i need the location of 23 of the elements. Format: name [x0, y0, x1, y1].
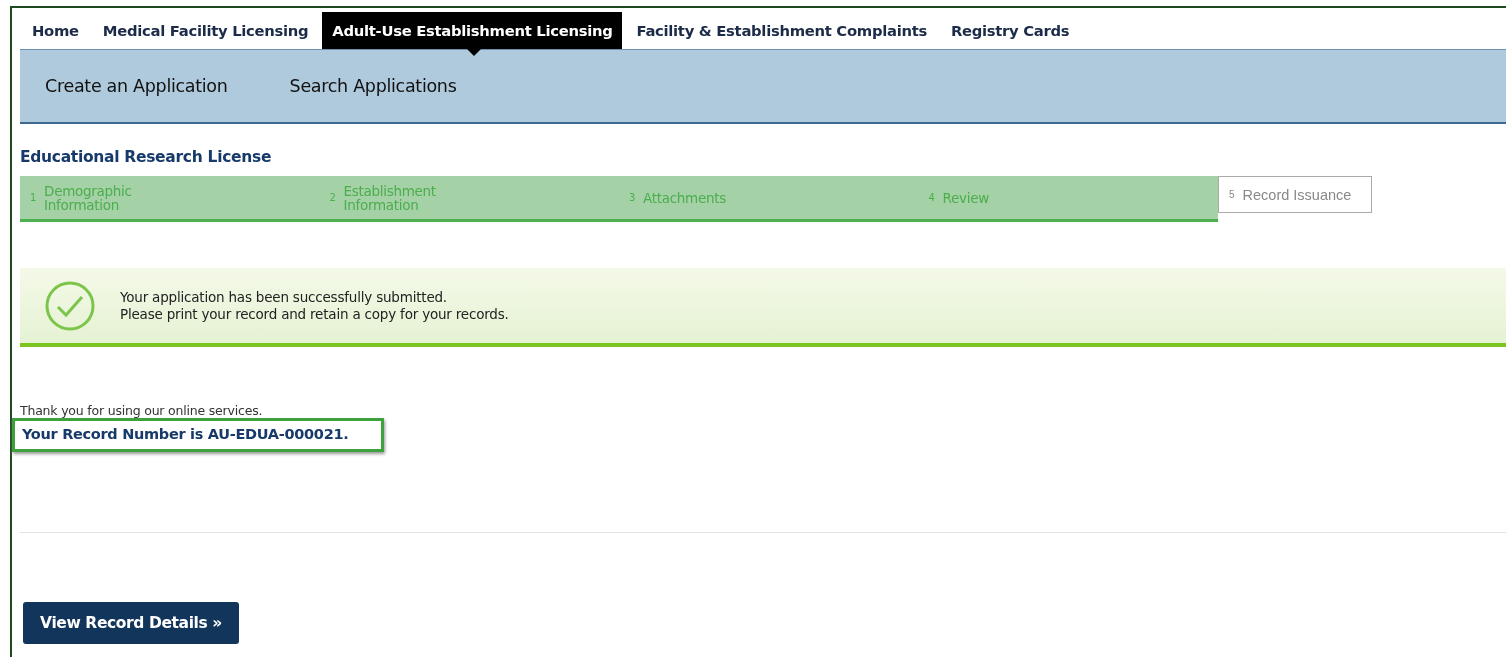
step-label: Review [942, 190, 990, 205]
nav-tab[interactable]: Medical Facility Licensing [92, 12, 319, 49]
step-label: Record Issuance [1242, 186, 1352, 203]
view-record-details-button[interactable]: View Record Details » [23, 602, 239, 644]
thank-you-text: Thank you for using our online services. [20, 403, 264, 418]
step-label: Demographic Information [44, 183, 133, 212]
step-number: 3 [629, 190, 636, 205]
nav-tab[interactable]: Registry Cards [940, 12, 1080, 49]
step-label: Attachments [643, 190, 727, 205]
sub-nav-link[interactable]: Search Applications [289, 76, 457, 96]
step-number: 1 [30, 190, 37, 205]
success-message: Your application has been successfully submitted. Please print your record and retain a copy for your records. [120, 288, 509, 323]
step-number: 2 [329, 190, 336, 205]
nav-tab[interactable]: Facility & Establishment Complaints [626, 12, 937, 49]
check-circle-icon [44, 279, 96, 332]
sub-nav-link[interactable]: Create an Application [45, 76, 228, 96]
nav-tab[interactable]: Adult-Use Establishment Licensing [322, 12, 623, 49]
step-number: 5 [1229, 189, 1235, 200]
record-number: Your Record Number is AU-EDUA-000021. [12, 418, 385, 452]
nav-tab[interactable]: Home [22, 12, 89, 49]
page-title: Educational Research License [20, 148, 273, 166]
step-number: 4 [928, 190, 935, 205]
step-label: Establishment Information [343, 183, 437, 212]
